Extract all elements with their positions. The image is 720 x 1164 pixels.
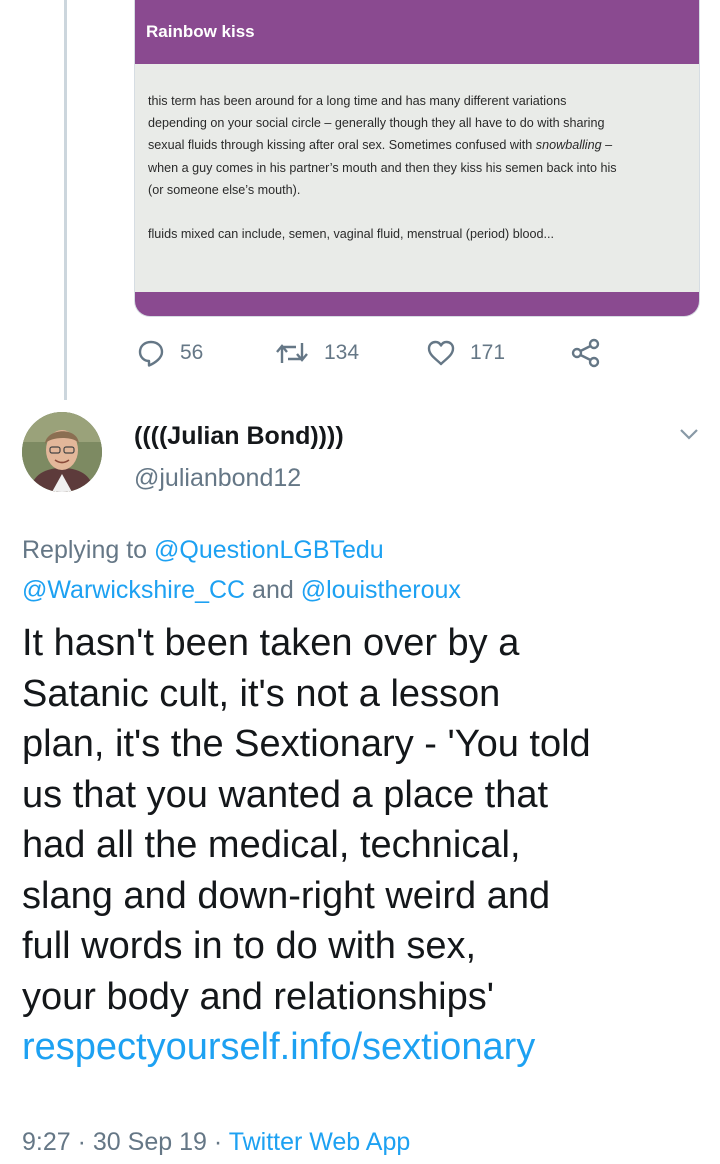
card-paragraph-2: fluids mixed can include, semen, vaginal… xyxy=(148,227,555,242)
retweet-icon xyxy=(276,343,308,363)
user-handle[interactable]: @julianbond12 xyxy=(134,464,301,493)
tweet-meta: 9:27 · 30 Sep 19 · Twitter Web App xyxy=(22,1128,410,1157)
card-title: Rainbow kiss xyxy=(146,22,255,41)
reply-icon xyxy=(138,340,164,367)
reply-button[interactable]: 56 xyxy=(136,336,203,370)
retweet-count: 134 xyxy=(324,341,360,364)
tweet-line: plan, it's the Sextionary - 'You told xyxy=(22,723,591,765)
card-line: sexual fluids through kissing after oral… xyxy=(148,138,613,153)
like-count: 171 xyxy=(470,341,506,364)
tweet-date[interactable]: 30 Sep 19 xyxy=(93,1128,207,1156)
card-line: (or someone else’s mouth). xyxy=(148,182,301,197)
profile-photo xyxy=(22,412,102,492)
tweet-link[interactable]: respectyourself.info/sextionary xyxy=(22,1026,535,1068)
chevron-down-icon[interactable] xyxy=(676,424,702,444)
tweet-source[interactable]: Twitter Web App xyxy=(229,1128,411,1156)
tweet-line: full words in to do with sex, xyxy=(22,925,477,967)
meta-separator: · xyxy=(213,1128,223,1156)
tweet-time[interactable]: 9:27 xyxy=(22,1128,71,1156)
tweet-actions: 56 134 171 xyxy=(136,336,616,370)
mention-warwickshire-cc[interactable]: @Warwickshire_CC xyxy=(22,576,245,604)
quoted-image-card[interactable]: Rainbow kiss this term has been around f… xyxy=(134,0,700,317)
share-button[interactable] xyxy=(570,336,616,370)
retweet-button[interactable]: 134 xyxy=(274,336,359,370)
tweet-line: slang and down-right weird and xyxy=(22,874,551,917)
tweet-line: us that you wanted a place that xyxy=(22,773,549,816)
tweet-line: It hasn't been taken over by a xyxy=(22,622,520,664)
share-icon xyxy=(571,338,600,368)
card-footer xyxy=(135,292,699,316)
thread-line xyxy=(64,0,67,400)
card-line: depending on your social circle – genera… xyxy=(148,116,605,131)
card-body: this term has been around for a long tim… xyxy=(148,90,688,245)
tweet-line: had all the medical, technical, xyxy=(22,824,521,866)
meta-separator: · xyxy=(77,1128,86,1156)
card-paragraph-1: this term has been around for a long tim… xyxy=(148,90,688,201)
tweet-line: Satanic cult, it's not a lesson xyxy=(22,672,501,715)
replying-and: and xyxy=(252,576,294,604)
avatar[interactable] xyxy=(22,412,102,492)
tweet-text: It hasn't been taken over by a Satanic c… xyxy=(22,618,712,1073)
mention-questionlgbtedu[interactable]: @QuestionLGBTedu xyxy=(154,536,384,564)
reply-count: 56 xyxy=(180,341,204,364)
card-header: Rainbow kiss xyxy=(135,0,699,64)
card-line: when a guy comes in his partner’s mouth … xyxy=(148,160,617,175)
card-line: this term has been around for a long tim… xyxy=(148,94,567,108)
replying-to: Replying to @QuestionLGBTedu @Warwickshi… xyxy=(22,530,702,610)
replying-to-label: Replying to xyxy=(22,536,148,564)
card-content: Rainbow kiss this term has been around f… xyxy=(135,0,699,316)
like-button[interactable]: 171 xyxy=(426,336,505,370)
mention-louistheroux[interactable]: @louistheroux xyxy=(301,576,461,604)
heart-icon xyxy=(427,340,455,366)
tweet-line: your body and relationships' xyxy=(22,975,494,1018)
display-name[interactable]: ((((Julian Bond)))) xyxy=(134,422,344,451)
